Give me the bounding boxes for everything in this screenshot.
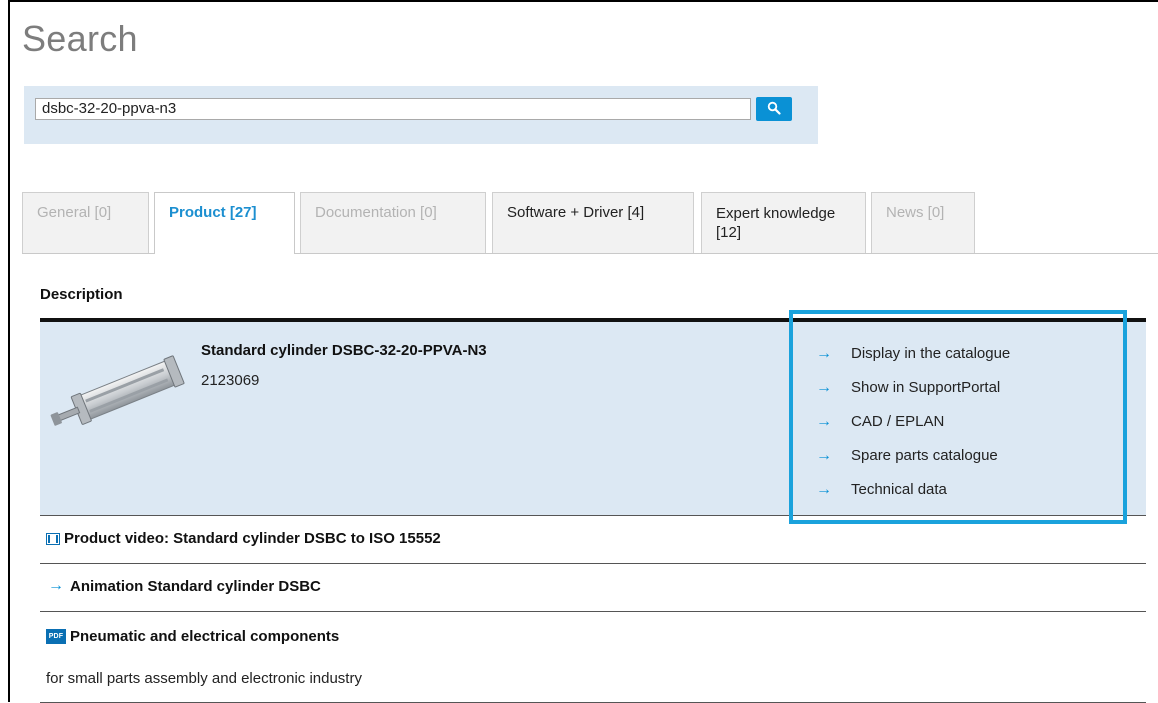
action-label: Show in SupportPortal — [851, 379, 1001, 396]
arrow-right-icon: → — [816, 413, 832, 430]
product-title[interactable]: Standard cylinder DSBC-32-20-PPVA-N3 — [201, 342, 487, 359]
tab-general[interactable]: General [0] — [22, 192, 149, 253]
action-technical-data[interactable]: → Technical data — [816, 477, 1010, 511]
action-show-supportportal[interactable]: → Show in SupportPortal — [816, 375, 1010, 409]
tab-news[interactable]: News [0] — [871, 192, 975, 253]
action-label: CAD / EPLAN — [851, 413, 945, 430]
film-icon — [46, 533, 60, 545]
document-title[interactable]: Pneumatic and electrical components — [70, 628, 339, 645]
pdf-icon: PDF — [46, 629, 66, 644]
arrow-right-icon: → — [816, 481, 832, 498]
result-tabs: General [0] Product [27] Documentation [… — [22, 192, 1158, 256]
product-image[interactable] — [46, 340, 196, 450]
document-result-row[interactable]: PDF Pneumatic and electrical components … — [40, 612, 1146, 703]
search-icon — [767, 101, 781, 118]
tab-documentation[interactable]: Documentation [0] — [300, 192, 486, 253]
product-number: 2123069 — [201, 372, 260, 389]
tab-software-driver[interactable]: Software + Driver [4] — [492, 192, 694, 253]
arrow-right-icon: → — [48, 577, 64, 594]
document-subtitle: for small parts assembly and electronic … — [46, 670, 362, 687]
page-title: Search — [22, 18, 138, 59]
description-header: Description — [40, 286, 123, 303]
search-panel: dsbc-32-20-ppva-n3 — [24, 86, 818, 144]
search-button[interactable] — [756, 97, 792, 121]
search-input[interactable]: dsbc-32-20-ppva-n3 — [35, 98, 751, 120]
action-spare-parts[interactable]: → Spare parts catalogue — [816, 443, 1010, 477]
tab-product[interactable]: Product [27] — [154, 192, 295, 254]
video-title[interactable]: Product video: Standard cylinder DSBC to… — [64, 530, 441, 547]
frame-top-border — [8, 0, 1158, 2]
arrow-right-icon: → — [816, 379, 832, 396]
action-display-catalogue[interactable]: → Display in the catalogue — [816, 341, 1010, 375]
animation-title[interactable]: Animation Standard cylinder DSBC — [70, 578, 321, 595]
frame-left-border — [8, 0, 10, 702]
arrow-right-icon: → — [816, 345, 832, 362]
tab-expert-knowledge[interactable]: Expert knowledge [12] — [701, 192, 866, 253]
action-label: Spare parts catalogue — [851, 447, 998, 464]
product-actions: → Display in the catalogue → Show in Sup… — [816, 341, 1010, 511]
arrow-right-icon: → — [816, 447, 832, 464]
action-label: Technical data — [851, 481, 947, 498]
action-cad-eplan[interactable]: → CAD / EPLAN — [816, 409, 1010, 443]
animation-result-row[interactable]: → Animation Standard cylinder DSBC — [40, 564, 1146, 612]
action-label: Display in the catalogue — [851, 345, 1011, 362]
